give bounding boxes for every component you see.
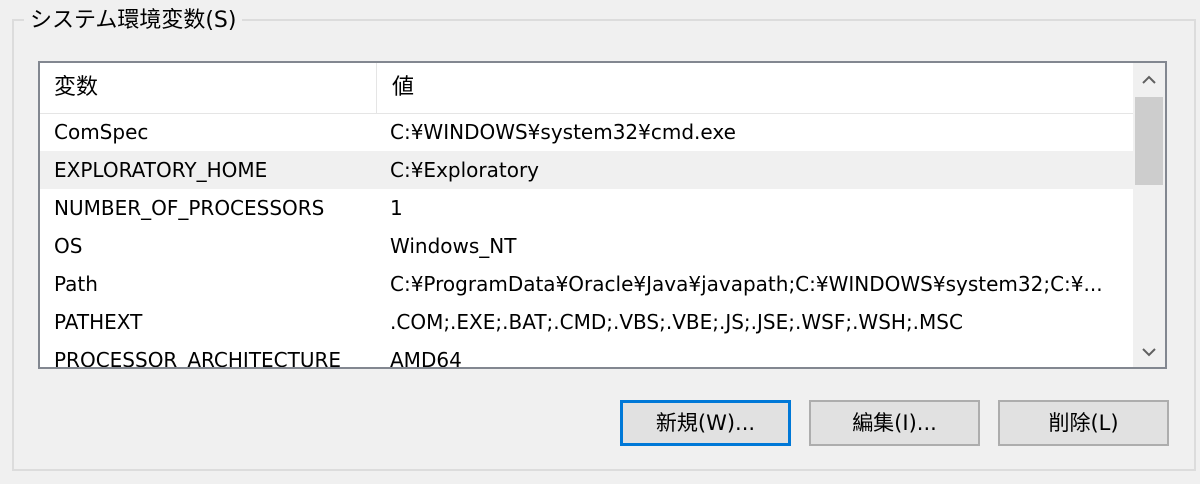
list-row-exploratory-home[interactable]: EXPLORATORY_HOME C:¥Exploratory [40,151,1135,189]
row-variable-name: Path [54,272,98,296]
list-row-os[interactable]: OS Windows_NT [40,227,1135,265]
row-variable-name: ComSpec [54,120,149,144]
row-variable-value: AMD64 [390,348,462,369]
vertical-scrollbar[interactable] [1133,63,1165,367]
row-variable-name: EXPLORATORY_HOME [54,158,268,182]
list-row-processor-architecture[interactable]: PROCESSOR_ARCHITECTURE AMD64 [40,341,1135,369]
list-row-path[interactable]: Path C:¥ProgramData¥Oracle¥Java¥javapath… [40,265,1135,303]
row-variable-name: OS [54,234,83,258]
list-rows: ComSpec C:¥WINDOWS¥system32¥cmd.exe EXPL… [40,113,1135,369]
row-variable-name: PROCESSOR_ARCHITECTURE [54,348,342,369]
row-variable-value: Windows_NT [390,234,517,258]
chevron-up-icon [1142,75,1156,84]
list-row-pathext[interactable]: PATHEXT .COM;.EXE;.BAT;.CMD;.VBS;.VBE;.J… [40,303,1135,341]
scroll-up-button[interactable] [1133,63,1165,95]
row-variable-value: C:¥WINDOWS¥system32¥cmd.exe [390,120,736,144]
scroll-thumb[interactable] [1135,97,1163,185]
row-variable-value: C:¥ProgramData¥Oracle¥Java¥javapath;C:¥W… [390,272,1103,296]
row-variable-value: C:¥Exploratory [390,158,540,182]
column-divider[interactable] [376,63,377,113]
system-variables-list[interactable]: 変数 値 ComSpec C:¥WINDOWS¥system32¥cmd.exe… [38,61,1167,369]
row-variable-value: .COM;.EXE;.BAT;.CMD;.VBS;.VBE;.JS;.JSE;.… [390,310,963,334]
row-variable-name: NUMBER_OF_PROCESSORS [54,196,325,220]
row-variable-value: 1 [390,196,403,220]
group-title: システム環境変数(S) [24,8,243,34]
chevron-down-icon [1142,347,1156,356]
list-row-comspec[interactable]: ComSpec C:¥WINDOWS¥system32¥cmd.exe [40,113,1135,151]
list-row-number-of-processors[interactable]: NUMBER_OF_PROCESSORS 1 [40,189,1135,227]
scroll-down-button[interactable] [1133,335,1165,367]
row-variable-name: PATHEXT [54,310,143,334]
delete-button[interactable]: 削除(L) [998,400,1169,446]
column-header-value[interactable]: 値 [392,63,414,113]
edit-button[interactable]: 編集(I)... [809,400,980,446]
column-header-variable[interactable]: 変数 [54,63,98,113]
new-button[interactable]: 新規(W)... [620,400,791,446]
list-header: 変数 値 [40,63,1135,114]
